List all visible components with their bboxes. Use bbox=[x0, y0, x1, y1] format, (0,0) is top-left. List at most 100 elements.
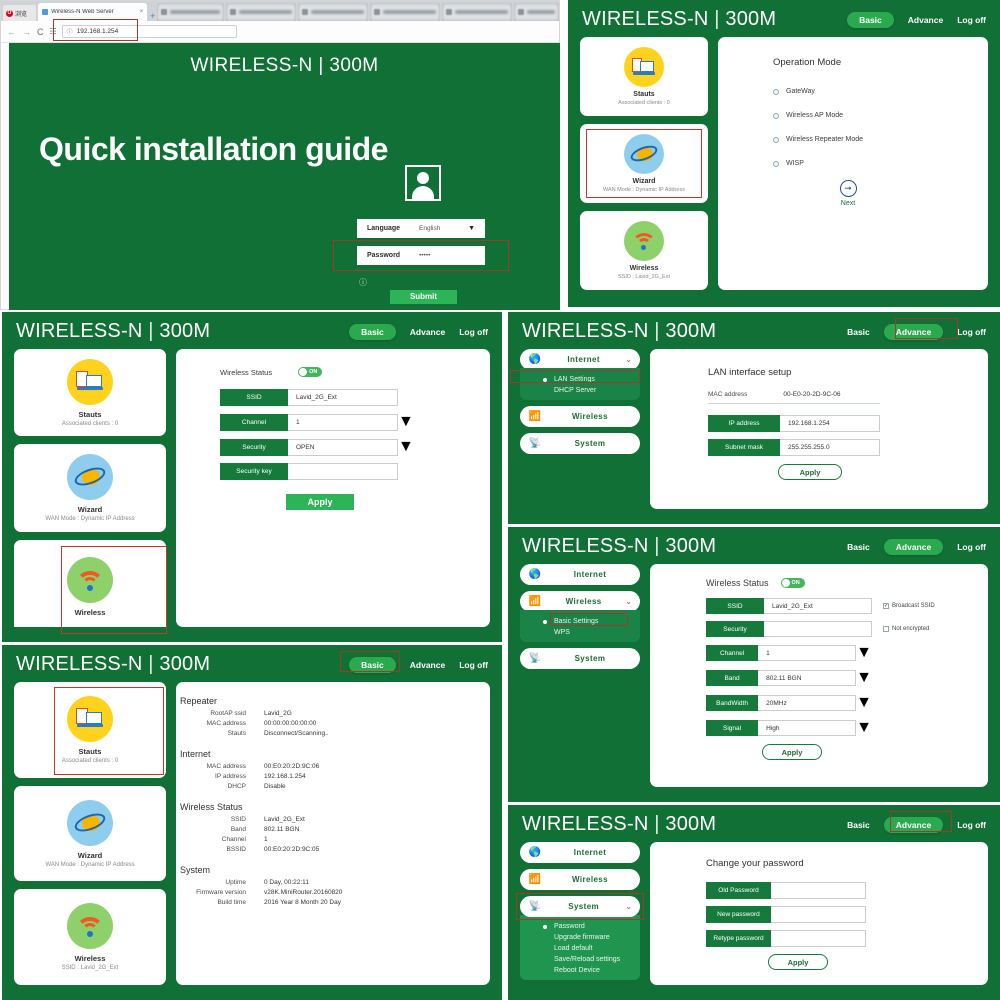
card-wizard[interactable]: Wizard WAN Mode : Dynamic IP Address bbox=[580, 124, 708, 203]
card-wireless[interactable]: Wireless SSID : Lavid_2G_Ext bbox=[14, 889, 166, 985]
card-status[interactable]: Stauts Associated clients : 0 bbox=[14, 682, 166, 778]
next-group[interactable]: ➞ Next bbox=[773, 180, 923, 207]
sidebar-item-internet[interactable]: 🌎 Internet ⌄ bbox=[520, 349, 640, 370]
tab-advance[interactable]: Advance bbox=[410, 327, 445, 337]
sidebar-item-wireless[interactable]: 📶 Wireless bbox=[520, 869, 640, 890]
radio-wireless-repeater[interactable]: Wireless Repeater Mode bbox=[773, 136, 988, 143]
submenu-item-upgrade-firmware[interactable]: Upgrade firmware bbox=[520, 932, 640, 943]
apply-button[interactable]: Apply bbox=[286, 494, 354, 510]
card-status[interactable]: Stauts Associated clients : 0 bbox=[14, 349, 166, 436]
tab-logoff[interactable]: Log off bbox=[957, 327, 986, 337]
browser-tab-4[interactable] bbox=[298, 3, 368, 21]
browser-tab-3[interactable] bbox=[226, 3, 296, 21]
forward-icon[interactable]: → bbox=[22, 27, 31, 37]
password-input[interactable]: Password ••••• bbox=[357, 246, 485, 265]
field-band[interactable]: Band 802.11 BGN ▼ bbox=[706, 669, 872, 687]
chevron-down-icon[interactable]: ▼ bbox=[468, 225, 475, 232]
radio-wireless-ap[interactable]: Wireless AP Mode bbox=[773, 112, 988, 119]
wireless-status-toggle[interactable]: ON bbox=[781, 578, 805, 588]
card-status[interactable]: Stauts Associated clients : 0 bbox=[580, 37, 708, 116]
tab-advance[interactable]: Advance bbox=[908, 15, 943, 25]
chevron-down-icon[interactable]: ⌄ bbox=[625, 597, 632, 606]
tab-logoff[interactable]: Log off bbox=[459, 660, 488, 670]
tab-logoff[interactable]: Log off bbox=[459, 327, 488, 337]
field-security[interactable]: Security OPEN ▼ bbox=[220, 438, 490, 456]
field-new-password[interactable]: New password bbox=[706, 906, 988, 923]
field-signal[interactable]: Signal High ▼ bbox=[706, 719, 872, 737]
field-security[interactable]: Security Not encrypted bbox=[706, 621, 988, 637]
tab-basic[interactable]: Basic bbox=[847, 820, 870, 830]
checkbox-not-encrypted[interactable]: Not encrypted bbox=[883, 626, 929, 632]
tab-basic[interactable]: Basic bbox=[349, 324, 396, 340]
submenu-item-wps[interactable]: WPS bbox=[520, 627, 640, 638]
arrow-right-circle-icon[interactable]: ➞ bbox=[840, 180, 857, 197]
apply-button[interactable]: Apply bbox=[778, 464, 842, 480]
submenu-item-save-reload-settings[interactable]: Save/Reload settings bbox=[520, 954, 640, 965]
field-channel[interactable]: Channel 1 ▼ bbox=[220, 413, 490, 431]
new-tab-button[interactable]: + bbox=[150, 11, 155, 21]
chevron-down-icon[interactable]: ▼ bbox=[856, 669, 872, 687]
field-ssid[interactable]: SSID Lavid_2G_Ext ✓ Broadcast SSID bbox=[706, 598, 988, 614]
chevron-down-icon[interactable]: ▼ bbox=[398, 438, 414, 456]
back-icon[interactable]: ← bbox=[7, 27, 16, 37]
card-wizard[interactable]: Wizard WAN Mode : Dynamic IP Address bbox=[14, 786, 166, 882]
card-wireless[interactable]: Wireless bbox=[14, 540, 166, 627]
checkbox-broadcast-ssid[interactable]: ✓ Broadcast SSID bbox=[883, 603, 935, 609]
submit-button[interactable]: Submit bbox=[390, 290, 457, 304]
submenu-item-load-default[interactable]: Load default bbox=[520, 943, 640, 954]
wireless-status-toggle[interactable]: ON bbox=[298, 367, 322, 377]
field-bandwidth[interactable]: BandWidth 20MHz ▼ bbox=[706, 694, 872, 712]
tab-logoff[interactable]: Log off bbox=[957, 542, 986, 552]
chevron-down-icon[interactable]: ▼ bbox=[856, 719, 872, 737]
field-ip-address[interactable]: IP address 192.168.1.254 bbox=[708, 415, 988, 432]
tab-basic[interactable]: Basic bbox=[847, 542, 870, 552]
tab-advance[interactable]: Advance bbox=[884, 324, 943, 340]
tab-advance[interactable]: Advance bbox=[410, 660, 445, 670]
field-ssid[interactable]: SSID Lavid_2G_Ext bbox=[220, 389, 490, 406]
sidebar-item-internet[interactable]: 🌎 Internet bbox=[520, 842, 640, 863]
address-bar[interactable]: ⓘ 192.168.1.254 bbox=[62, 25, 237, 38]
card-wireless[interactable]: Wireless SSID : Lavid_2G_Ext bbox=[580, 211, 708, 290]
chevron-down-icon[interactable]: ▼ bbox=[856, 694, 872, 712]
submenu-item-dhcp-server[interactable]: DHCP Server bbox=[520, 385, 640, 396]
page-info-icon[interactable]: ⓘ bbox=[67, 27, 73, 36]
tab-advance[interactable]: Advance bbox=[884, 539, 943, 555]
sidebar-item-internet[interactable]: 🌎 Internet bbox=[520, 564, 640, 585]
tab-logoff[interactable]: Log off bbox=[957, 15, 986, 25]
speeddial-icon[interactable]: ☷ bbox=[50, 27, 56, 36]
field-old-password[interactable]: Old Password bbox=[706, 882, 988, 899]
radio-gateway[interactable]: GateWay bbox=[773, 88, 988, 95]
chevron-down-icon[interactable]: ⌄ bbox=[625, 355, 632, 364]
sidebar-item-system[interactable]: 📡 System bbox=[520, 648, 640, 669]
card-wizard[interactable]: Wizard WAN Mode : Dynamic IP Address bbox=[14, 444, 166, 531]
chevron-down-icon[interactable]: ⌄ bbox=[625, 902, 632, 911]
submenu-item-password[interactable]: Password bbox=[520, 921, 640, 932]
field-security-key[interactable]: Security key bbox=[220, 463, 490, 480]
reload-icon[interactable]: C bbox=[37, 27, 44, 37]
browser-tab-5[interactable] bbox=[370, 3, 440, 21]
chevron-down-icon[interactable]: ▼ bbox=[856, 644, 872, 662]
browser-tab-6[interactable] bbox=[442, 3, 512, 21]
language-select[interactable]: Language English ▼ bbox=[357, 219, 485, 238]
sidebar-item-wireless[interactable]: 📶 Wireless ⌄ bbox=[520, 591, 640, 612]
apply-button[interactable]: Apply bbox=[762, 744, 822, 760]
apply-button[interactable]: Apply bbox=[768, 954, 828, 970]
field-retype-password[interactable]: Retype password bbox=[706, 930, 988, 947]
tab-basic[interactable]: Basic bbox=[349, 657, 396, 673]
opera-menu-button[interactable]: O 浏览 bbox=[3, 5, 36, 21]
field-channel[interactable]: Channel 1 ▼ bbox=[706, 644, 872, 662]
tab-logoff[interactable]: Log off bbox=[957, 820, 986, 830]
sidebar-item-system[interactable]: 📡 System ⌄ bbox=[520, 896, 640, 917]
field-subnet-mask[interactable]: Subnet mask 255.255.255.0 bbox=[708, 439, 988, 456]
submenu-item-basic-settings[interactable]: Basic Settings bbox=[520, 616, 640, 627]
browser-tab-active[interactable]: Wireless-N Web Server × bbox=[38, 3, 147, 21]
chevron-down-icon[interactable]: ▼ bbox=[398, 413, 414, 431]
sidebar-item-wireless[interactable]: 📶 Wireless bbox=[520, 406, 640, 427]
sidebar-item-system[interactable]: 📡 System bbox=[520, 433, 640, 454]
tab-basic[interactable]: Basic bbox=[847, 12, 894, 28]
radio-wisp[interactable]: WISP bbox=[773, 160, 988, 167]
submenu-item-lan-settings[interactable]: LAN Settings bbox=[520, 374, 640, 385]
browser-tab-2[interactable] bbox=[157, 3, 223, 21]
tab-close-icon[interactable]: × bbox=[140, 9, 144, 15]
tab-advance[interactable]: Advance bbox=[884, 817, 943, 833]
